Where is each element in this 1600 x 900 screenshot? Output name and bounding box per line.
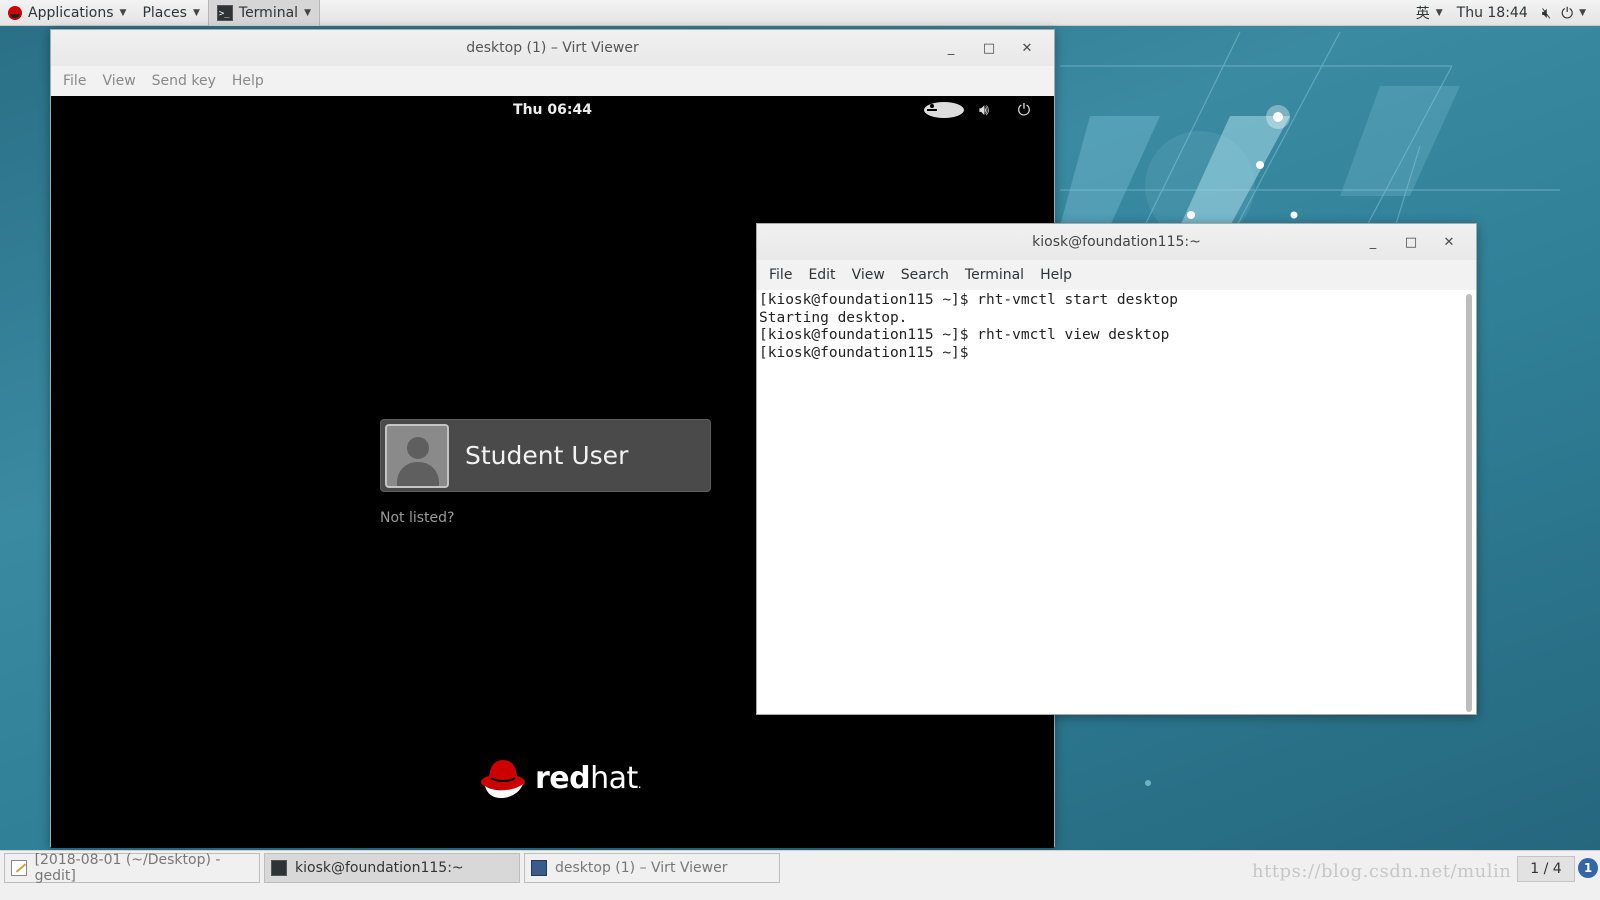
maximize-button[interactable]: □: [970, 30, 1008, 66]
notification-badge[interactable]: 1: [1578, 858, 1598, 878]
applications-menu[interactable]: Applications ▼: [0, 0, 134, 26]
menu-edit[interactable]: Edit: [800, 267, 843, 283]
redhat-wordmark: redhat.: [535, 760, 642, 796]
watermark: https://blog.csdn.net/mulin: [1252, 861, 1512, 882]
menu-terminal[interactable]: Terminal: [957, 267, 1032, 283]
terminal-output[interactable]: [kiosk@foundation115 ~]$ rht-vmctl start…: [757, 290, 1476, 714]
close-button[interactable]: ✕: [1430, 224, 1468, 260]
minimize-button[interactable]: _: [1354, 224, 1392, 260]
chevron-down-icon: ▼: [192, 7, 200, 18]
menu-file[interactable]: File: [761, 267, 800, 283]
task-gedit[interactable]: [2018-08-01 (~/Desktop) - gedit]: [4, 852, 260, 884]
virt-viewer-menubar: File View Send key Help: [51, 66, 1054, 96]
terminal-menubar: File Edit View Search Terminal Help: [757, 260, 1476, 290]
monitor-icon: [531, 860, 547, 876]
virt-viewer-title: desktop (1) – Virt Viewer: [466, 40, 639, 56]
chevron-down-icon: ▼: [1435, 7, 1443, 18]
menu-view[interactable]: View: [94, 73, 143, 89]
menu-search[interactable]: Search: [893, 267, 957, 283]
power-icon[interactable]: ⏻: [1004, 100, 1044, 120]
redhat-icon: [8, 5, 22, 20]
menu-help[interactable]: Help: [1032, 267, 1080, 283]
redhat-hat-icon: [481, 760, 525, 798]
vm-status-icons: 🔊︎ ⏻: [924, 100, 1044, 120]
volume-icon[interactable]: 🔊︎: [964, 100, 1004, 120]
terminal-app-label: Terminal: [238, 4, 299, 21]
avatar: [385, 423, 449, 488]
close-button[interactable]: ✕: [1008, 30, 1046, 66]
clock-label: Thu 18:44: [1456, 4, 1528, 21]
menu-send-key[interactable]: Send key: [144, 73, 224, 89]
menu-view[interactable]: View: [844, 267, 893, 283]
terminal-line: [kiosk@foundation115 ~]$ rht-vmctl view …: [759, 327, 1170, 344]
top-panel: Applications ▼ Places ▼ >_ Terminal ▼ 英 …: [0, 0, 1600, 26]
text-editor-icon: [11, 860, 27, 876]
places-menu[interactable]: Places ▼: [134, 0, 207, 26]
task-label: [2018-08-01 (~/Desktop) - gedit]: [34, 852, 221, 884]
window-list: [2018-08-01 (~/Desktop) - gedit] kiosk@f…: [0, 850, 1600, 900]
chevron-down-icon: ▼: [304, 7, 311, 18]
minimize-button[interactable]: _: [932, 30, 970, 66]
terminal-line: Starting desktop.: [759, 309, 908, 326]
task-virt-viewer[interactable]: desktop (1) – Virt Viewer: [524, 853, 780, 883]
terminal-line: [kiosk@foundation115 ~]$: [759, 344, 978, 361]
terminal-window: kiosk@foundation115:~ _ □ ✕ File Edit Vi…: [756, 223, 1477, 715]
terminal-icon: >_: [216, 4, 233, 21]
system-menu[interactable]: 🔇︎ ⏻ ▼: [1535, 0, 1600, 26]
volume-muted-icon: 🔇︎: [1541, 3, 1552, 22]
terminal-title: kiosk@foundation115:~: [1032, 234, 1201, 250]
terminal-icon: [271, 860, 287, 876]
user-list-item[interactable]: Student User: [380, 419, 711, 492]
workspace-indicator[interactable]: 1 / 4: [1517, 856, 1575, 882]
menu-file[interactable]: File: [55, 73, 94, 89]
applications-label: Applications: [28, 4, 114, 21]
task-label: kiosk@foundation115:~: [295, 860, 464, 876]
input-method-menu[interactable]: 英 ▼: [1409, 0, 1450, 26]
clock[interactable]: Thu 18:44: [1450, 0, 1535, 26]
virt-viewer-titlebar[interactable]: desktop (1) – Virt Viewer _ □ ✕: [51, 30, 1054, 66]
maximize-button[interactable]: □: [1392, 224, 1430, 260]
vm-clock[interactable]: Thu 06:44: [51, 102, 1054, 118]
terminal-line: [kiosk@foundation115 ~]$ rht-vmctl start…: [759, 292, 1179, 308]
accessibility-icon[interactable]: [924, 100, 964, 120]
power-icon: ⏻: [1561, 3, 1574, 22]
redhat-logo: redhat.: [479, 756, 642, 800]
task-terminal[interactable]: kiosk@foundation115:~: [264, 853, 520, 883]
not-listed-link[interactable]: Not listed?: [380, 510, 454, 526]
chevron-down-icon: ▼: [119, 7, 127, 18]
terminal-app-menu[interactable]: >_ Terminal ▼: [207, 0, 320, 26]
places-label: Places: [142, 4, 187, 21]
chevron-down-icon: ▼: [1579, 7, 1586, 18]
input-method-label: 英: [1415, 5, 1430, 22]
task-label: desktop (1) – Virt Viewer: [555, 860, 728, 876]
user-name: Student User: [465, 441, 629, 470]
menu-help[interactable]: Help: [224, 73, 272, 89]
terminal-titlebar[interactable]: kiosk@foundation115:~ _ □ ✕: [757, 224, 1476, 260]
terminal-scrollbar[interactable]: [1466, 294, 1472, 712]
